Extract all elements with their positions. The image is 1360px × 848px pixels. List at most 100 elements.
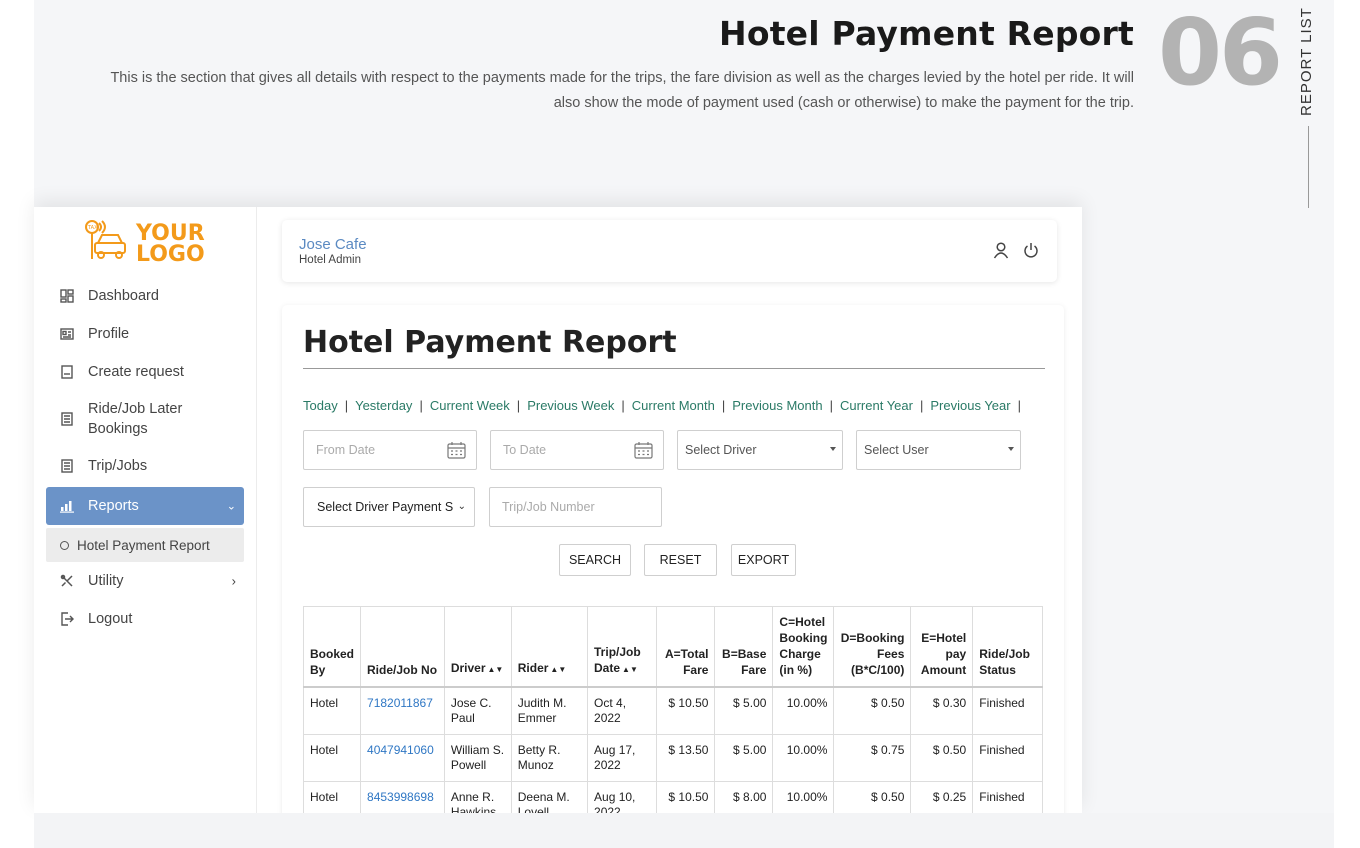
filter-previous-month[interactable]: Previous Month xyxy=(732,398,822,413)
col-rider[interactable]: Rider ▲▼ xyxy=(510,606,589,688)
cell-rider: Judith M. Emmer xyxy=(510,686,589,735)
select-payment-status-value: Select Driver Payment S xyxy=(317,500,454,514)
reset-button[interactable]: RESET xyxy=(644,544,717,576)
sidebar-item-logout[interactable]: Logout xyxy=(46,600,244,638)
filter-current-year[interactable]: Current Year xyxy=(840,398,913,413)
cell-booking-charge: 10.00% xyxy=(772,733,835,782)
sidebar-item-profile[interactable]: Profile xyxy=(46,315,244,353)
sidebar-item-create-request[interactable]: Create request xyxy=(46,353,244,391)
cell-status: Finished xyxy=(972,780,1043,813)
user-icon[interactable] xyxy=(993,242,1009,264)
dashboard-icon xyxy=(60,289,74,303)
reports-icon xyxy=(60,499,74,513)
select-driver-value: Select Driver xyxy=(685,443,757,457)
cell-rider: Betty R. Munoz xyxy=(510,733,589,782)
separator: | xyxy=(419,398,423,413)
sidebar-item-dashboard[interactable]: Dashboard xyxy=(46,277,244,315)
trip-number-input[interactable]: Trip/Job Number xyxy=(489,487,662,527)
create-request-icon xyxy=(60,365,74,379)
sort-icon[interactable]: ▲▼ xyxy=(622,665,638,674)
sidebar-nav: Dashboard Profile Create request Ride/Jo… xyxy=(46,277,244,638)
table-row: Hotel 8453998698 Anne R. Hawkins Deena M… xyxy=(302,780,1043,813)
calendar-icon[interactable] xyxy=(447,441,466,462)
circle-icon xyxy=(60,540,69,550)
select-payment-status-dropdown[interactable]: Select Driver Payment S ⌄ xyxy=(303,487,475,527)
sort-icon[interactable]: ▲▼ xyxy=(488,665,504,674)
col-driver[interactable]: Driver ▲▼ xyxy=(443,606,512,688)
cell-driver: William S. Powell xyxy=(443,733,512,782)
sidebar-item-trip-jobs[interactable]: Trip/Jobs xyxy=(46,447,244,485)
col-booked-by: Booked By xyxy=(302,606,362,688)
cell-booked-by: Hotel xyxy=(302,686,362,735)
trips-icon xyxy=(60,459,74,473)
separator: | xyxy=(721,398,726,413)
sidebar-item-label: Utility xyxy=(88,573,124,589)
filter-today[interactable]: Today xyxy=(303,398,338,413)
cell-booking-fees: $ 0.75 xyxy=(833,733,912,782)
cell-driver: Jose C. Paul xyxy=(443,686,512,735)
side-label: REPORT LIST xyxy=(1298,7,1315,116)
search-button[interactable]: SEARCH xyxy=(559,544,631,576)
cell-booking-fees: $ 0.50 xyxy=(833,686,912,735)
table-header-row: Booked By Ride/Job No Driver ▲▼ Rider ▲▼ T… xyxy=(302,606,1043,688)
filter-current-week[interactable]: Current Week xyxy=(430,398,510,413)
sidebar-subitem-label: Hotel Payment Report xyxy=(77,537,210,553)
chevron-down-icon: ⌄ xyxy=(457,501,466,512)
separator: | xyxy=(621,398,625,413)
sidebar-item-later-bookings[interactable]: Ride/Job Later Bookings xyxy=(46,391,244,447)
caret-down-icon xyxy=(830,447,836,451)
calendar-icon[interactable] xyxy=(634,441,653,462)
page-title: Hotel Payment Report xyxy=(303,325,677,360)
cell-driver: Anne R. Hawkins xyxy=(443,780,512,813)
caret-down-icon xyxy=(1008,447,1014,451)
top-bar-actions xyxy=(993,242,1039,264)
cell-base-fare: $ 5.00 xyxy=(714,686,774,735)
to-date-field[interactable]: To Date xyxy=(490,430,664,470)
sidebar-item-label: Dashboard xyxy=(88,288,159,304)
cell-total-fare: $ 10.50 xyxy=(655,686,716,735)
bottom-fade xyxy=(34,813,1334,848)
col-job-no: Ride/Job No xyxy=(360,606,445,688)
payment-report-table: Booked By Ride/Job No Driver ▲▼ Rider ▲▼ T… xyxy=(302,606,1043,813)
side-divider xyxy=(1308,126,1309,208)
profile-icon xyxy=(60,327,74,341)
col-date[interactable]: Trip/Job Date ▲▼ xyxy=(587,606,657,688)
sidebar-item-label: Ride/Job Later Bookings xyxy=(88,401,183,437)
cell-status: Finished xyxy=(972,686,1043,735)
sidebar: TAXI YOUR LOGO Dashboard Profile Create … xyxy=(34,207,257,813)
select-driver-dropdown[interactable]: Select Driver xyxy=(677,430,843,470)
promo-description: This is the section that gives all detai… xyxy=(110,70,1134,111)
sidebar-item-utility[interactable]: Utility › xyxy=(46,562,244,600)
chevron-right-icon: › xyxy=(231,573,236,589)
cell-hotel-pay: $ 0.25 xyxy=(910,780,974,813)
table-row: Hotel 7182011867 Jose C. Paul Judith M. … xyxy=(302,686,1043,735)
sidebar-subitem-hotel-payment-report[interactable]: Hotel Payment Report xyxy=(46,528,244,562)
col-total-fare: A=Total Fare xyxy=(655,606,716,688)
cell-hotel-pay: $ 0.50 xyxy=(910,733,974,782)
separator: | xyxy=(1017,398,1021,413)
filter-current-month[interactable]: Current Month xyxy=(632,398,715,413)
app-window: TAXI YOUR LOGO Dashboard Profile Create … xyxy=(34,207,1082,813)
logo[interactable]: TAXI YOUR LOGO xyxy=(84,219,205,268)
sidebar-item-reports[interactable]: Reports ⌄ xyxy=(46,487,244,525)
cell-total-fare: $ 10.50 xyxy=(655,780,716,813)
filter-yesterday[interactable]: Yesterday xyxy=(355,398,412,413)
cell-rider: Deena M. Lovell xyxy=(510,780,589,813)
col-booking-fees: D=Booking Fees (B*C/100) xyxy=(833,606,912,688)
power-icon[interactable] xyxy=(1023,242,1039,264)
from-date-field[interactable]: From Date xyxy=(303,430,477,470)
filter-previous-week[interactable]: Previous Week xyxy=(527,398,614,413)
cell-job-no-link[interactable]: 7182011867 xyxy=(360,686,445,735)
to-date-placeholder: To Date xyxy=(503,443,547,457)
cell-job-no-link[interactable]: 4047941060 xyxy=(360,733,445,782)
sidebar-item-label: Profile xyxy=(88,326,130,342)
export-button[interactable]: EXPORT xyxy=(731,544,796,576)
hotel-name[interactable]: Jose Cafe xyxy=(299,236,367,253)
filter-previous-year[interactable]: Previous Year xyxy=(930,398,1010,413)
top-bar: Jose Cafe Hotel Admin xyxy=(282,220,1057,282)
sort-icon[interactable]: ▲▼ xyxy=(550,665,566,674)
col-status: Ride/Job Status xyxy=(972,606,1043,688)
cell-job-no-link[interactable]: 8453998698 xyxy=(360,780,445,813)
select-user-dropdown[interactable]: Select User xyxy=(856,430,1021,470)
separator: | xyxy=(516,398,521,413)
